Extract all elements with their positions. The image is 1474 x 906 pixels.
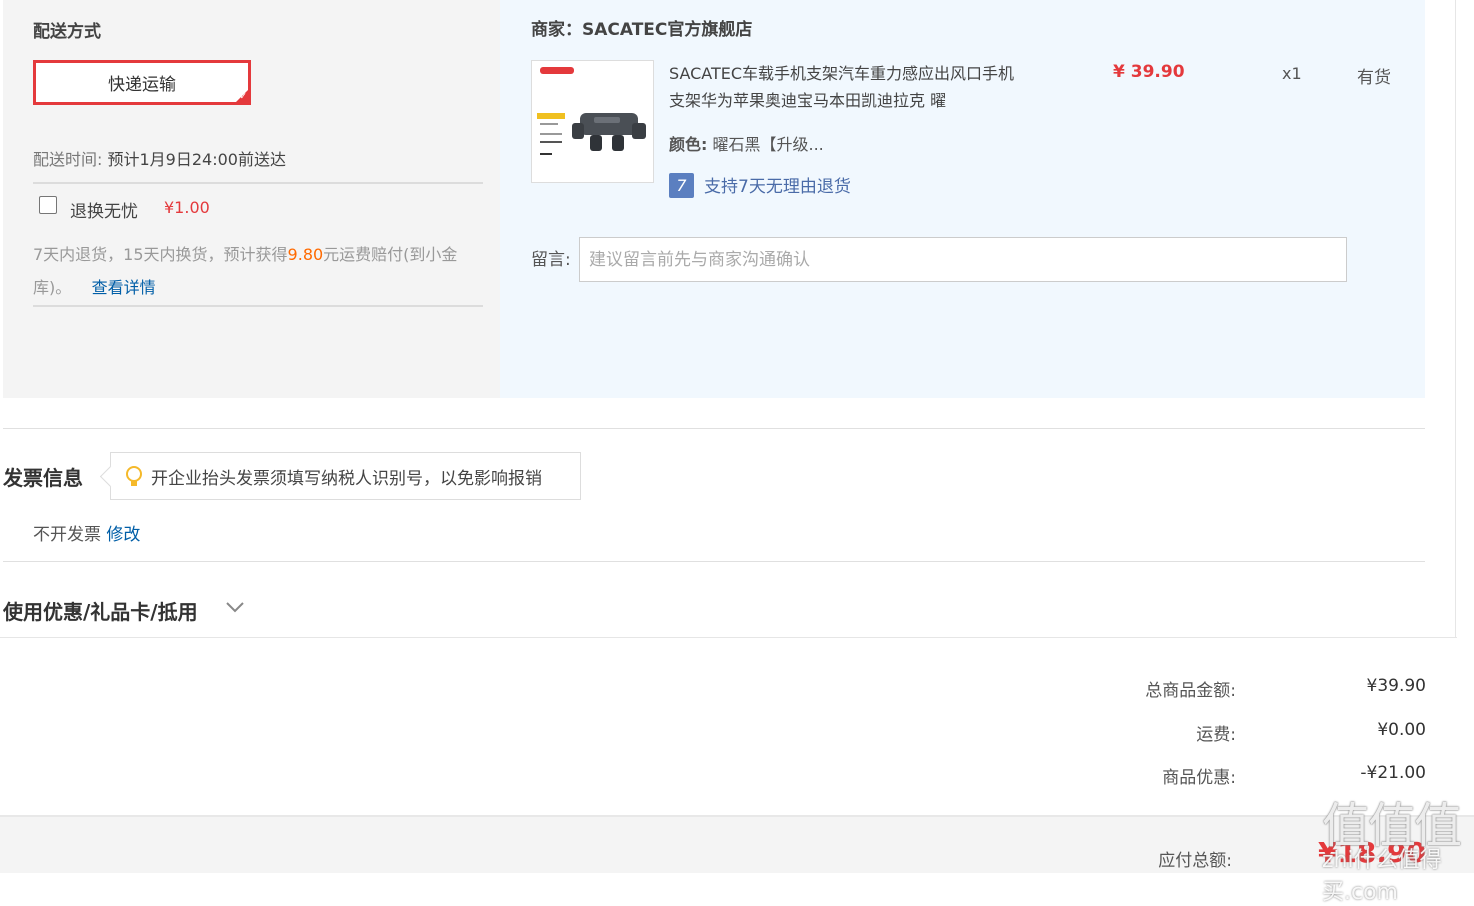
color-value: 曜石黑【升级... — [712, 135, 824, 154]
worry-free-description: 7天内退货，15天内换货，预计获得9.80元运费赔付(到小金库)。 查看详情 — [33, 238, 489, 304]
freight-value: ¥0.00 — [1377, 720, 1426, 740]
goods-total-label: 总商品金额: — [1145, 681, 1236, 701]
freight-label: 运费: — [1196, 725, 1236, 745]
discount-label: 商品优惠: — [1162, 768, 1236, 788]
product-price: ¥ 39.90 — [1113, 62, 1185, 82]
product-quantity: x1 — [1282, 64, 1302, 83]
section-divider — [0, 637, 1457, 638]
watermark-text: zhi什么值得买.com — [1322, 848, 1442, 905]
return-policy[interactable]: 支持7天无理由退货 — [704, 172, 851, 197]
total-payable-label: 应付总额: — [1158, 851, 1232, 871]
view-details-link[interactable]: 查看详情 — [92, 278, 156, 297]
seven-day-return-icon: 7 — [669, 173, 694, 198]
section-divider — [3, 428, 1425, 429]
message-label: 留言: — [531, 250, 571, 270]
worry-desc-amount: 9.80 — [287, 245, 324, 264]
invoice-status-text: 不开发票 — [33, 525, 101, 545]
invoice-status: 不开发票 修改 — [33, 520, 140, 545]
stock-status: 有货 — [1357, 68, 1391, 88]
product-color: 颜色: 曜石黑【升级... — [669, 131, 824, 155]
panel-border — [1455, 0, 1456, 637]
color-label: 颜色: — [669, 135, 708, 154]
worry-free-price: ¥1.00 — [164, 198, 210, 217]
delivery-time: 配送时间: 预计1月9日24:00前送达 — [33, 146, 286, 170]
divider — [33, 305, 483, 307]
invoice-title: 发票信息 — [3, 466, 83, 490]
divider — [33, 182, 483, 184]
section-divider — [3, 561, 1425, 562]
express-shipping-button[interactable]: 快递运输 ✓ — [33, 60, 251, 105]
chevron-down-icon[interactable] — [224, 598, 246, 616]
worry-desc-text: 7天内退货，15天内换货，预计获得 — [33, 245, 288, 264]
worry-free-label: 退换无忧 — [70, 202, 138, 222]
seller-title: 商家：SACATEC官方旗舰店 — [531, 20, 753, 40]
phone-holder-image — [537, 67, 646, 155]
product-thumbnail[interactable] — [531, 60, 654, 183]
delivery-time-value: 预计1月9日24:00前送达 — [107, 150, 286, 169]
delivery-time-label: 配送时间: — [33, 150, 103, 169]
goods-total-value: ¥39.90 — [1366, 676, 1426, 696]
invoice-edit-link[interactable]: 修改 — [106, 525, 140, 545]
express-shipping-label: 快递运输 — [108, 75, 176, 95]
worry-free-checkbox[interactable] — [39, 196, 57, 214]
check-icon: ✓ — [239, 92, 247, 102]
message-input[interactable] — [579, 237, 1347, 282]
product-name[interactable]: SACATEC车载手机支架汽车重力感应出风口手机支架华为苹果奥迪宝马本田凯迪拉克… — [669, 60, 1029, 114]
lightbulb-icon — [126, 466, 142, 486]
invoice-tip-text: 开企业抬头发票须填写纳税人识别号，以免影响报销 — [151, 468, 542, 489]
discount-value: -¥21.00 — [1360, 763, 1426, 783]
coupon-title[interactable]: 使用优惠/礼品卡/抵用 — [3, 596, 198, 625]
shipping-title: 配送方式 — [33, 22, 101, 42]
invoice-tip: 开企业抬头发票须填写纳税人识别号，以免影响报销 — [110, 452, 581, 500]
